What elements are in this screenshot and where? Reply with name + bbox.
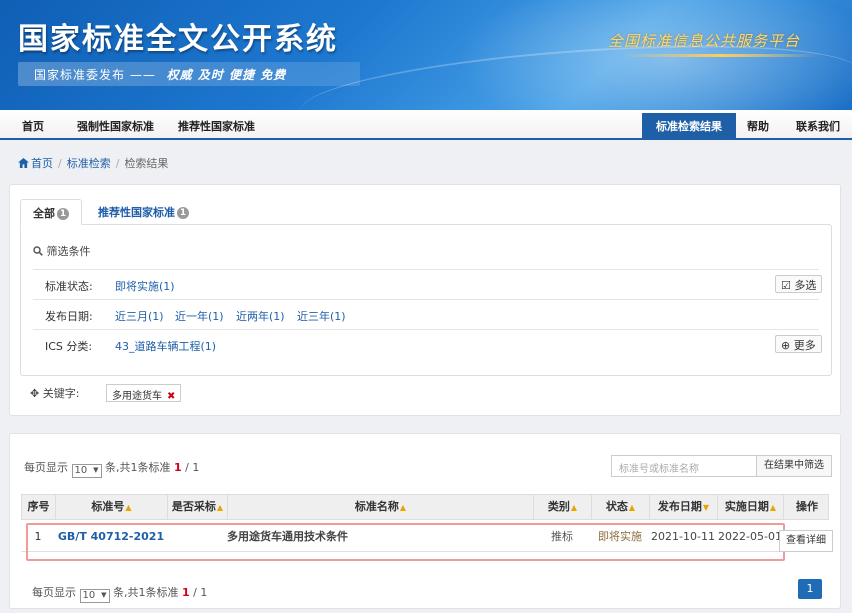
- filter-conditions: 筛选条件 标准状态: 即将实施(1) ☑ 多选 发布日期: 近三月(1) 近一年…: [20, 224, 832, 376]
- platform-slogan: 全国标准信息公共服务平台: [608, 32, 801, 50]
- slogan: 国家标准委发布 —— 权威 及时 便捷 免费: [34, 66, 286, 83]
- nav-search-results[interactable]: 标准检索结果: [642, 113, 736, 138]
- filter-row-date: 发布日期: 近三月(1) 近一年(1) 近两年(1) 近三年(1): [33, 299, 819, 329]
- row-highlight-box: [26, 523, 785, 561]
- breadcrumb-home[interactable]: 首页: [31, 157, 53, 170]
- breadcrumb-search[interactable]: 标准检索: [67, 157, 111, 170]
- filter-title: 筛选条件: [33, 243, 91, 259]
- date-option-3m[interactable]: 近三月(1): [115, 308, 164, 324]
- results-panel: 每页显示 10 条,共1条标准 1 / 1 标准号或标准名称 在结果中筛选 序号…: [9, 433, 841, 609]
- multi-select-button[interactable]: ☑ 多选: [775, 275, 823, 293]
- date-option-1y[interactable]: 近一年(1): [175, 308, 224, 324]
- status-label: 标准状态:: [45, 280, 93, 293]
- result-search-input[interactable]: 标准号或标准名称: [611, 455, 757, 477]
- breadcrumb: 首页 / 标准检索 / 检索结果: [18, 155, 168, 171]
- keyword-label: ✥ 关键字:: [30, 387, 80, 400]
- keyword-text: 多用途货车: [112, 391, 162, 402]
- page-1-button[interactable]: 1: [798, 579, 822, 599]
- filter-panel: 全部 1 推荐性国家标准 1 筛选条件 标准状态: 即将实施(1) ☑ 多选 发布日…: [9, 184, 841, 416]
- col-publish-date[interactable]: 发布日期▼: [650, 495, 718, 519]
- col-status[interactable]: 状态▲: [592, 495, 650, 519]
- col-action: 操作: [796, 500, 818, 513]
- filter-in-results-button[interactable]: 在结果中筛选: [756, 455, 832, 477]
- checkbox-icon: ☑: [781, 279, 791, 292]
- slogan-right: 权威 及时 便捷 免费: [166, 68, 287, 82]
- remove-keyword-icon[interactable]: ✖: [167, 391, 175, 402]
- date-label: 发布日期:: [45, 310, 93, 323]
- nav-home[interactable]: 首页: [22, 118, 44, 134]
- ics-option-43[interactable]: 43_道路车辆工程(1): [115, 338, 216, 354]
- date-option-3y[interactable]: 近三年(1): [297, 308, 346, 324]
- per-page-select-top[interactable]: 10: [71, 464, 102, 478]
- slogan-left: 国家标准委发布 ——: [34, 68, 156, 82]
- move-icon: ✥: [30, 387, 40, 400]
- site-banner: 国家标准全文公开系统 国家标准委发布 —— 权威 及时 便捷 免费 全国标准信息…: [0, 0, 852, 110]
- date-option-2y[interactable]: 近两年(1): [236, 308, 285, 324]
- site-title: 国家标准全文公开系统: [18, 22, 338, 57]
- more-button[interactable]: ⊕ 更多: [775, 335, 822, 353]
- pager-bottom: 每页显示 10 条,共1条标准 1 / 1: [32, 584, 207, 603]
- ics-label: ICS 分类:: [45, 340, 93, 353]
- nav-help[interactable]: 帮助: [747, 118, 769, 134]
- main-nav: 首页 强制性国家标准 推荐性国家标准 标准检索结果 帮助 联系我们: [0, 110, 852, 140]
- home-icon: [18, 158, 29, 168]
- search-icon: [33, 246, 43, 256]
- status-option-upcoming[interactable]: 即将实施(1): [115, 278, 175, 294]
- col-adopted[interactable]: 是否采标▲: [168, 495, 228, 519]
- tab-all-count: 1: [57, 208, 69, 220]
- nav-recommended-standards[interactable]: 推荐性国家标准: [178, 118, 255, 134]
- breadcrumb-current: 检索结果: [124, 157, 169, 170]
- filter-row-status: 标准状态: 即将实施(1) ☑ 多选: [33, 269, 823, 299]
- col-index: 序号: [22, 495, 56, 519]
- col-code[interactable]: 标准号▲: [56, 495, 168, 519]
- col-name[interactable]: 标准名称▲: [228, 495, 534, 519]
- col-implement-date[interactable]: 实施日期▲: [718, 495, 784, 519]
- table-header: 序号 标准号▲ 是否采标▲ 标准名称▲ 类别▲ 状态▲ 发布日期▼ 实施日期▲ …: [21, 494, 829, 520]
- per-page-select-bottom[interactable]: 10: [79, 589, 110, 603]
- tab-recommended[interactable]: 推荐性国家标准 1: [86, 199, 201, 225]
- plus-circle-icon: ⊕: [781, 339, 791, 352]
- slogan-swoosh: [620, 54, 820, 57]
- pager-top: 每页显示 10 条,共1条标准 1 / 1: [24, 459, 199, 478]
- col-category[interactable]: 类别▲: [534, 495, 592, 519]
- nav-contact[interactable]: 联系我们: [796, 118, 840, 134]
- nav-mandatory-standards[interactable]: 强制性国家标准: [77, 118, 154, 134]
- view-detail-button[interactable]: 查看详细: [779, 530, 833, 552]
- tab-recommended-count: 1: [177, 207, 189, 219]
- tab-all[interactable]: 全部 1: [20, 199, 82, 225]
- filter-row-ics: ICS 分类: 43_道路车辆工程(1) ⊕ 更多: [33, 329, 822, 359]
- keyword-tag: 多用途货车 ✖: [106, 384, 182, 402]
- slogan-bar: 国家标准委发布 —— 权威 及时 便捷 免费: [18, 62, 360, 86]
